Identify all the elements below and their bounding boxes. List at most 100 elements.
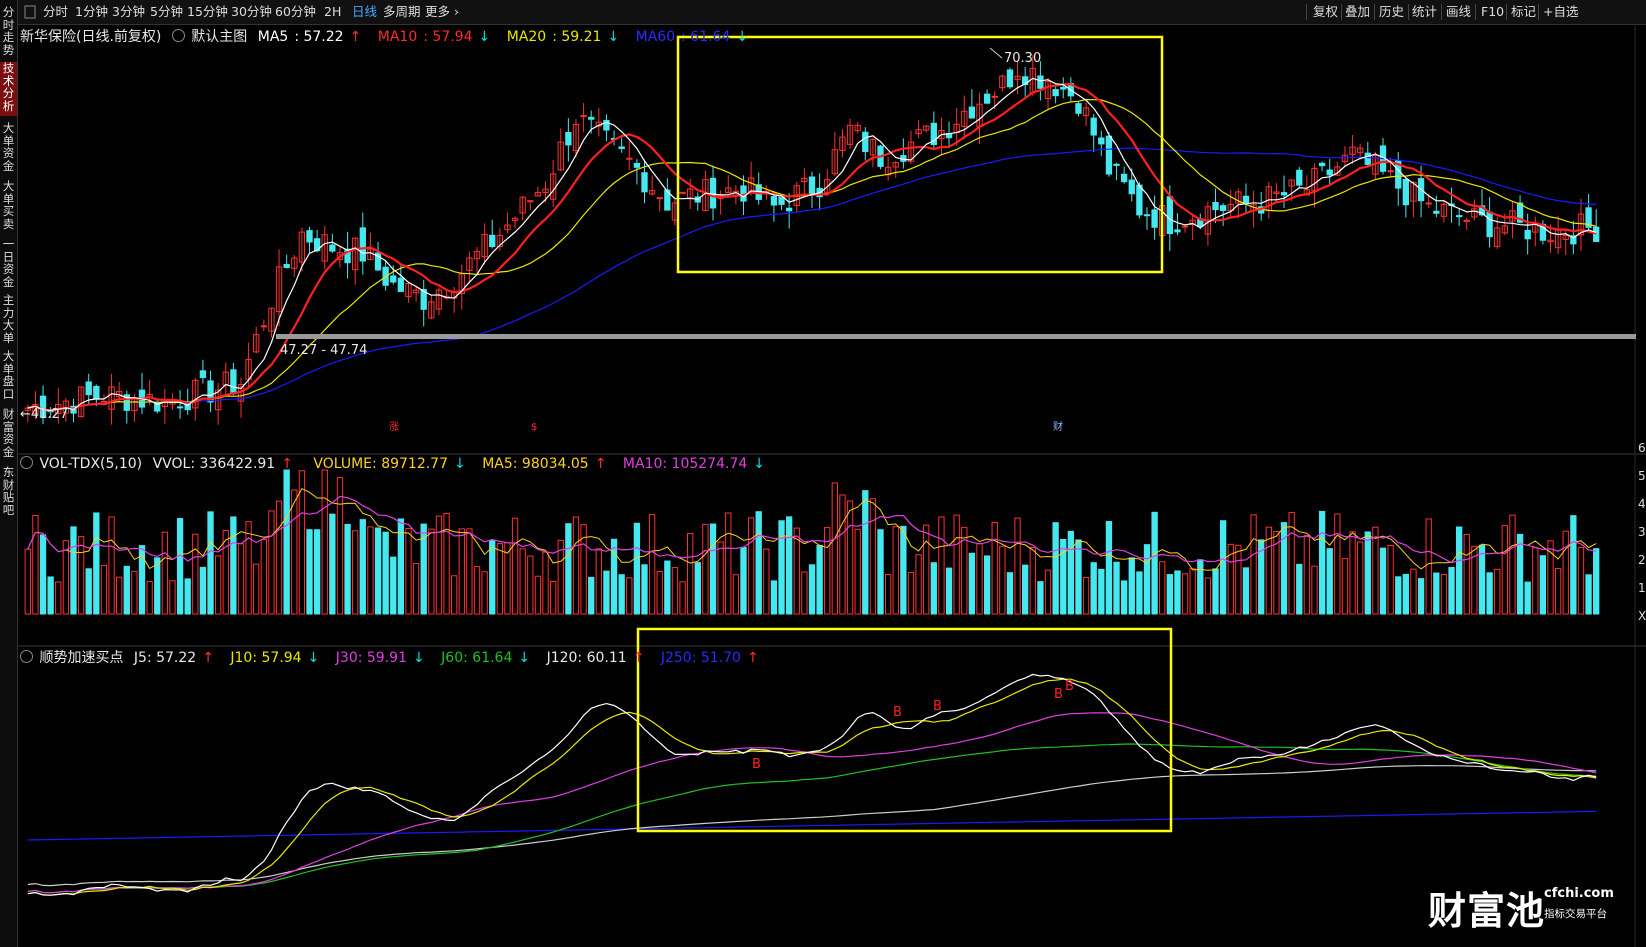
candle-body: [1364, 152, 1371, 165]
volume-bar: [588, 576, 595, 615]
volume-bar: [24, 548, 31, 615]
volume-bar: [116, 576, 123, 615]
candle-body: [1060, 86, 1067, 90]
overlay-name[interactable]: 默认主图: [191, 29, 247, 45]
volume-bar: [1159, 561, 1166, 615]
volume-bar: [214, 555, 222, 615]
volume-bar: [702, 523, 709, 615]
volume-bar: [1593, 548, 1600, 615]
volume-bar: [687, 532, 694, 615]
volume-bar: [755, 511, 762, 615]
candle-body: [93, 385, 100, 400]
candle-body: [862, 131, 869, 153]
volume-bar: [1448, 567, 1455, 615]
candle-body: [260, 325, 267, 328]
indicator-legend: 顺势加速买点 J5: 57.22 ↑ J10: 57.94 ↓ J30: 59.91…: [20, 647, 771, 667]
volume-bar: [146, 580, 153, 615]
volume-bar: [527, 555, 534, 615]
volume-bar: [55, 581, 62, 615]
volume-bar: [999, 545, 1006, 615]
volume-bar: [100, 564, 108, 615]
volume-bar: [1052, 522, 1059, 615]
watermark-url: cfchi.com: [1544, 886, 1614, 901]
ma60-arrow: ↓: [736, 29, 749, 45]
volume-bar: [816, 544, 823, 615]
volume-bar: [374, 527, 382, 615]
volume-bar: [291, 489, 298, 615]
volume-bar: [1060, 538, 1067, 615]
volume-bar: [1037, 581, 1044, 615]
volume-bar: [626, 577, 633, 615]
volume-bar: [344, 523, 351, 615]
volume-bar: [1516, 533, 1524, 615]
volume-bar: [1143, 544, 1151, 615]
volume-bar: [435, 515, 443, 615]
volume-bar: [854, 528, 861, 615]
j120-arrow: ↑: [632, 650, 645, 666]
volume-bar: [542, 551, 549, 615]
volume-bar: [1357, 541, 1364, 615]
volume-bar: [976, 543, 983, 615]
volume-bar: [207, 511, 214, 615]
volume-bar: [1379, 547, 1387, 615]
volume-bar: [161, 531, 169, 615]
candle-body: [306, 230, 313, 243]
volume-bar: [1494, 568, 1501, 615]
volume-bar: [1029, 547, 1036, 615]
candle-body: [633, 162, 641, 168]
volume-bar: [1006, 572, 1014, 615]
candle-body: [1136, 184, 1143, 216]
candle-body: [199, 370, 207, 379]
volume-bar: [1212, 568, 1219, 615]
vol-indicator-name[interactable]: VOL-TDX(5,10): [39, 456, 142, 472]
volume-bar: [123, 565, 130, 615]
settings-circle-icon[interactable]: [20, 456, 33, 469]
j5-arrow: ↑: [202, 650, 214, 666]
candle-body: [1174, 229, 1181, 233]
volume-bar: [595, 548, 602, 615]
vol-ma5-value: MA5: 98034.05 ↑: [482, 456, 612, 472]
vol-ma5-text: MA5: 98034.05: [482, 456, 589, 472]
volume-bar: [253, 563, 260, 615]
settings-circle-icon[interactable]: [20, 650, 33, 663]
highlight-box-main: [676, 35, 1164, 274]
volume-bar: [85, 568, 92, 615]
j250-line: [27, 810, 1597, 841]
ma5-value: MA5: 57.22 ↑: [257, 29, 362, 45]
volume-bar: [473, 566, 481, 615]
vvol-text: VVOL: 336422.91: [152, 456, 276, 472]
volume-bar: [428, 528, 435, 615]
stock-title[interactable]: 新华保险(日线.前复权): [20, 29, 161, 45]
volume-bar: [648, 514, 656, 615]
kline-chart-canvas[interactable]: 47.27 - 47.7470.30←41.27涨 $ 财654321XBB BBB: [0, 0, 1646, 947]
candle-body: [1242, 195, 1250, 204]
j10-arrow: ↓: [307, 650, 320, 666]
volume-bar: [1014, 517, 1021, 615]
indicator-name[interactable]: 顺势加速买点: [39, 650, 123, 666]
volume-bar: [62, 540, 70, 615]
candle-body: [641, 172, 648, 193]
volume-bar: [862, 490, 869, 615]
volume-bar: [1486, 572, 1493, 615]
volume-bar: [618, 574, 625, 615]
candle-body: [1105, 135, 1113, 175]
volume-bar: [968, 552, 976, 615]
buy-signal-marker: B: [893, 705, 902, 720]
volume-bar: [192, 533, 199, 615]
volume-bar: [481, 571, 488, 615]
candle-body: [1181, 225, 1189, 228]
volume-bar: [1113, 561, 1120, 615]
volume-bar: [1570, 515, 1577, 615]
volume-bar: [1204, 577, 1212, 615]
volume-bar: [1364, 531, 1371, 615]
watermark-brand: 财富池: [1428, 889, 1546, 933]
volume-scale-tick: 4: [1638, 497, 1646, 511]
settings-circle-icon[interactable]: [171, 29, 185, 42]
volume-bar: [839, 494, 846, 615]
volume-bar: [1501, 525, 1508, 615]
candle-body: [808, 176, 816, 195]
candle-body: [580, 115, 587, 118]
candle-body: [1143, 214, 1151, 217]
ma20-arrow: ↓: [607, 29, 620, 45]
j30-line: [27, 712, 1597, 894]
